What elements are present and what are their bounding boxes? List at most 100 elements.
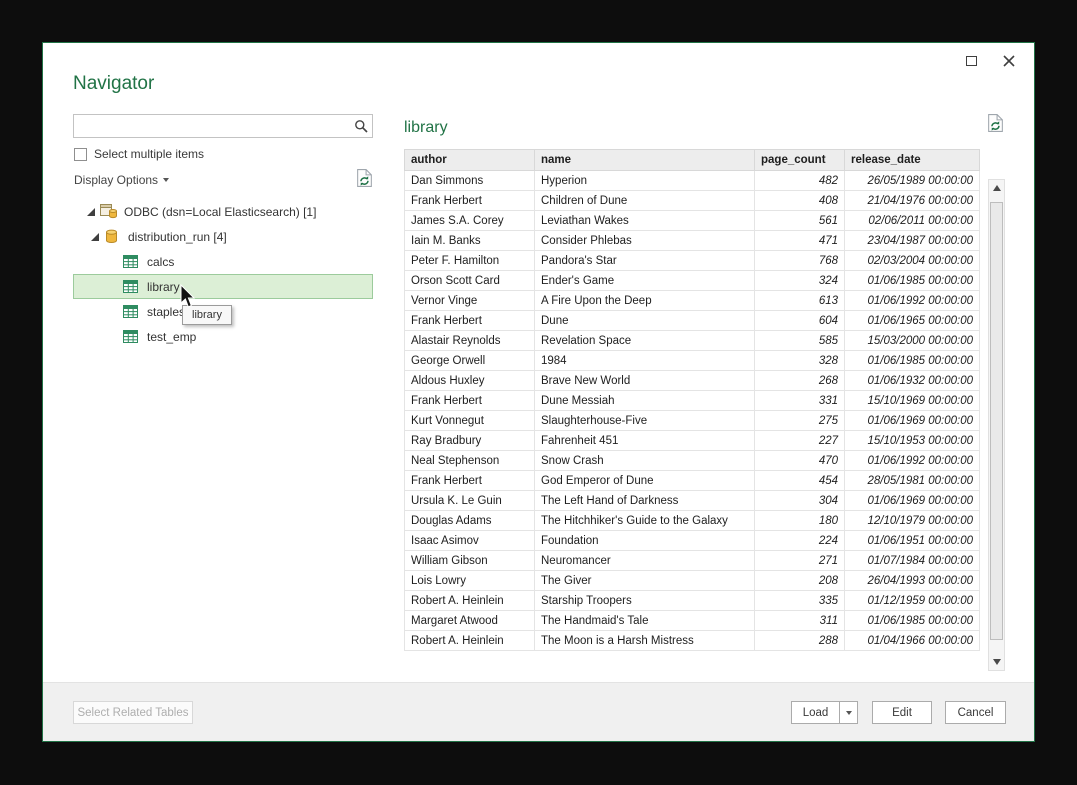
expand-collapse-icon[interactable] — [89, 231, 100, 242]
cell-release_date: 01/06/1992 00:00:00 — [845, 451, 980, 471]
cell-author: Douglas Adams — [405, 511, 535, 531]
cell-page_count: 454 — [755, 471, 845, 491]
table-icon — [123, 279, 141, 294]
cell-author: Frank Herbert — [405, 391, 535, 411]
cancel-button[interactable]: Cancel — [945, 701, 1006, 724]
load-options-button[interactable] — [839, 701, 858, 724]
cell-name: Dune Messiah — [535, 391, 755, 411]
twisty-spacer — [108, 281, 119, 292]
edit-button[interactable]: Edit — [872, 701, 932, 724]
table-row: Iain M. BanksConsider Phlebas47123/04/19… — [405, 231, 980, 251]
cell-name: Revelation Space — [535, 331, 755, 351]
twisty-spacer — [108, 256, 119, 267]
tree-item-library[interactable]: library — [73, 274, 373, 299]
cell-page_count: 335 — [755, 591, 845, 611]
preview-table-header-row: authornamepage_countrelease_date — [405, 150, 980, 171]
close-icon — [1002, 54, 1016, 68]
window-controls — [960, 51, 1020, 71]
mouse-cursor-icon — [179, 284, 197, 310]
cell-name: Children of Dune — [535, 191, 755, 211]
table-row: Douglas AdamsThe Hitchhiker's Guide to t… — [405, 511, 980, 531]
cell-name: Dune — [535, 311, 755, 331]
cell-name: God Emperor of Dune — [535, 471, 755, 491]
display-options-dropdown[interactable]: Display Options — [74, 173, 169, 187]
cell-page_count: 470 — [755, 451, 845, 471]
cell-name: Hyperion — [535, 171, 755, 191]
cell-release_date: 15/10/1953 00:00:00 — [845, 431, 980, 451]
cell-author: Alastair Reynolds — [405, 331, 535, 351]
cell-release_date: 01/06/1969 00:00:00 — [845, 411, 980, 431]
table-row: Peter F. HamiltonPandora's Star76802/03/… — [405, 251, 980, 271]
table-row: James S.A. CoreyLeviathan Wakes56102/06/… — [405, 211, 980, 231]
maximize-icon — [966, 56, 977, 66]
table-icon — [123, 254, 141, 269]
cell-page_count: 561 — [755, 211, 845, 231]
table-row: Margaret AtwoodThe Handmaid's Tale31101/… — [405, 611, 980, 631]
close-button[interactable] — [998, 51, 1020, 71]
select-multiple-checkbox[interactable] — [74, 148, 87, 161]
cell-author: Orson Scott Card — [405, 271, 535, 291]
cell-page_count: 408 — [755, 191, 845, 211]
select-multiple-row: Select multiple items — [74, 147, 204, 161]
navigation-tree: ODBC (dsn=Local Elasticsearch) [1] distri… — [73, 199, 373, 349]
refresh-tree-button[interactable] — [356, 168, 373, 191]
search-input[interactable] — [79, 117, 347, 135]
refresh-preview-button[interactable] — [987, 113, 1004, 138]
cell-page_count: 604 — [755, 311, 845, 331]
expand-collapse-icon[interactable] — [85, 206, 96, 217]
cell-author: Frank Herbert — [405, 471, 535, 491]
cell-page_count: 324 — [755, 271, 845, 291]
cell-release_date: 21/04/1976 00:00:00 — [845, 191, 980, 211]
cell-author: Ray Bradbury — [405, 431, 535, 451]
cell-name: A Fire Upon the Deep — [535, 291, 755, 311]
cell-name: The Left Hand of Darkness — [535, 491, 755, 511]
table-row: Orson Scott CardEnder's Game32401/06/198… — [405, 271, 980, 291]
cell-author: Neal Stephenson — [405, 451, 535, 471]
cell-author: Aldous Huxley — [405, 371, 535, 391]
tree-item-distribution-run-4[interactable]: distribution_run [4] — [73, 224, 373, 249]
table-row: Neal StephensonSnow Crash47001/06/1992 0… — [405, 451, 980, 471]
tree-item-label: ODBC (dsn=Local Elasticsearch) [1] — [124, 205, 316, 219]
cell-author: Robert A. Heinlein — [405, 631, 535, 651]
tree-item-test-emp[interactable]: test_emp — [73, 324, 373, 349]
scroll-up-button[interactable] — [989, 180, 1004, 196]
cell-author: Margaret Atwood — [405, 611, 535, 631]
cell-name: Fahrenheit 451 — [535, 431, 755, 451]
table-row: William GibsonNeuromancer27101/07/1984 0… — [405, 551, 980, 571]
scroll-down-button[interactable] — [989, 654, 1004, 670]
cell-name: Brave New World — [535, 371, 755, 391]
cell-release_date: 26/04/1993 00:00:00 — [845, 571, 980, 591]
tree-item-odbc-dsn-local-elasticsearch-1[interactable]: ODBC (dsn=Local Elasticsearch) [1] — [73, 199, 373, 224]
cell-release_date: 15/03/2000 00:00:00 — [845, 331, 980, 351]
twisty-spacer — [108, 331, 119, 342]
cell-author: Vernor Vinge — [405, 291, 535, 311]
cell-name: The Handmaid's Tale — [535, 611, 755, 631]
preview-title: library — [404, 119, 448, 137]
search-icon[interactable] — [354, 119, 368, 133]
database-icon — [104, 229, 122, 244]
load-button[interactable]: Load — [791, 701, 840, 724]
cell-release_date: 01/06/1951 00:00:00 — [845, 531, 980, 551]
maximize-button[interactable] — [960, 51, 982, 71]
cell-author: Ursula K. Le Guin — [405, 491, 535, 511]
cell-author: Lois Lowry — [405, 571, 535, 591]
chevron-down-icon — [163, 178, 169, 182]
cell-name: The Hitchhiker's Guide to the Galaxy — [535, 511, 755, 531]
footer-bar: Select Related Tables Load Edit Cancel — [43, 682, 1034, 741]
cell-release_date: 26/05/1989 00:00:00 — [845, 171, 980, 191]
scroll-thumb[interactable] — [990, 202, 1003, 640]
cell-author: Frank Herbert — [405, 311, 535, 331]
cell-release_date: 01/06/1932 00:00:00 — [845, 371, 980, 391]
table-row: Alastair ReynoldsRevelation Space58515/0… — [405, 331, 980, 351]
table-icon — [123, 304, 141, 319]
cell-name: Snow Crash — [535, 451, 755, 471]
cell-release_date: 01/06/1992 00:00:00 — [845, 291, 980, 311]
table-row: George Orwell198432801/06/1985 00:00:00 — [405, 351, 980, 371]
cell-page_count: 328 — [755, 351, 845, 371]
cell-page_count: 180 — [755, 511, 845, 531]
tree-item-calcs[interactable]: calcs — [73, 249, 373, 274]
cell-name: Neuromancer — [535, 551, 755, 571]
tree-item-label: distribution_run [4] — [128, 230, 227, 244]
preview-scrollbar[interactable] — [988, 179, 1005, 671]
cell-page_count: 271 — [755, 551, 845, 571]
